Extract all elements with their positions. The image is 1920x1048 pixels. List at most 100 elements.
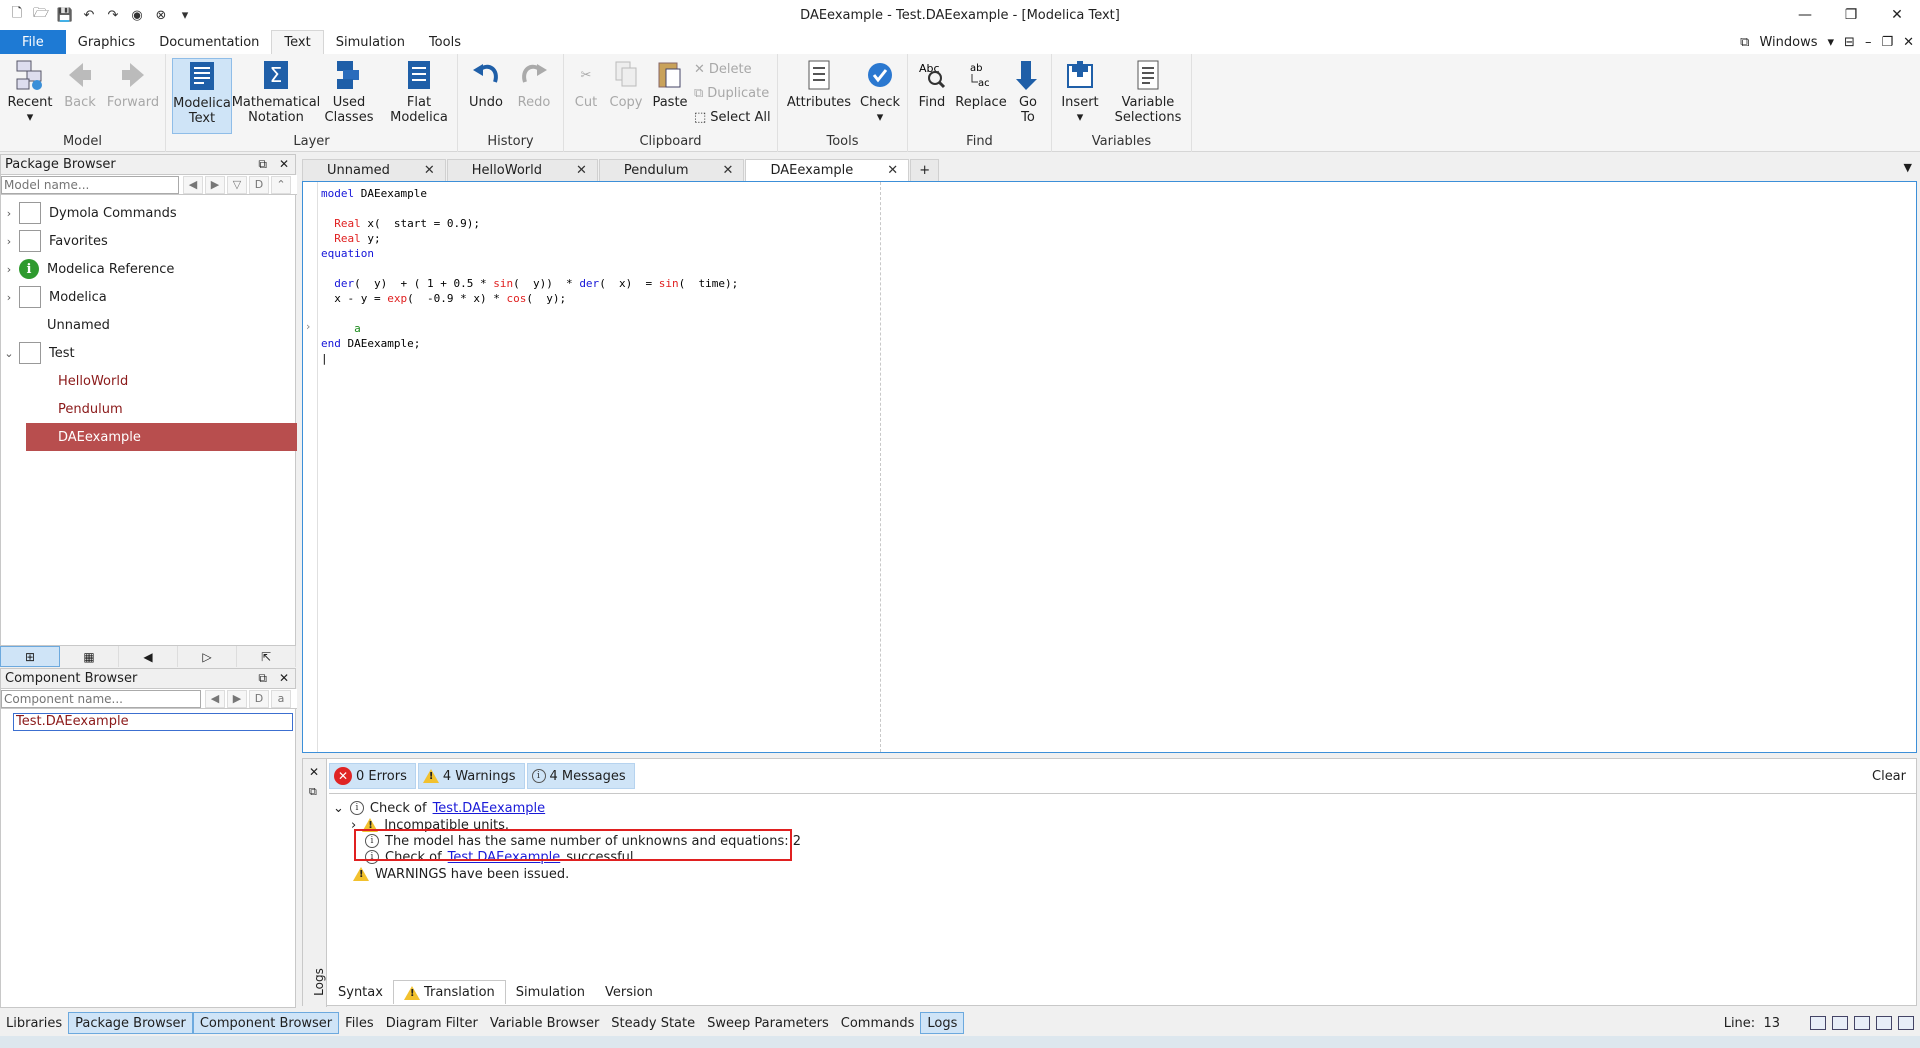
fold-arrow-icon[interactable]: › — [306, 320, 310, 333]
new-tab-button[interactable]: + — [910, 159, 940, 181]
tab-graphics[interactable]: Graphics — [66, 30, 147, 54]
delete-button[interactable]: ✕ Delete — [694, 60, 771, 78]
view-icon-4[interactable] — [1876, 1016, 1892, 1030]
new-file-icon[interactable]: 🗋 — [8, 6, 26, 24]
locate-icon[interactable]: ⇱ — [237, 646, 296, 667]
attributes-button[interactable]: Attributes — [787, 58, 851, 110]
redo-button[interactable]: Redo — [514, 58, 554, 110]
collapse-chevron-icon[interactable]: ⌄ — [1, 347, 17, 360]
float-icon[interactable]: ⧉ — [309, 785, 317, 799]
expand-icon[interactable]: › — [1, 291, 17, 304]
tree-item-test[interactable]: ⌄ Test — [1, 339, 297, 367]
customize-dropdown-icon[interactable]: ▾ — [176, 6, 194, 24]
collapse-chevron-icon[interactable]: ⌄ — [333, 801, 344, 816]
sort-icon[interactable]: a — [271, 689, 291, 708]
back-nav-icon[interactable]: ◀ — [183, 175, 203, 194]
tab-file[interactable]: File — [0, 30, 66, 54]
tree-item-dymola-commands[interactable]: › Dymola Commands — [1, 199, 297, 227]
simulate-icon[interactable]: ◉ — [128, 6, 146, 24]
forward-nav-icon[interactable]: ▶ — [227, 689, 247, 708]
tab-translation[interactable]: Translation — [392, 980, 506, 1004]
expand-icon[interactable]: › — [1, 263, 17, 276]
bold-icon[interactable]: D — [249, 175, 269, 194]
close-button[interactable]: ✕ — [1874, 0, 1920, 30]
back-button[interactable]: Back — [60, 58, 100, 110]
close-icon[interactable]: ✕ — [279, 157, 289, 172]
insert-button[interactable]: Insert ▾ — [1060, 58, 1100, 125]
forward-nav-icon[interactable]: ▶ — [205, 175, 225, 194]
windows-menu[interactable]: Windows — [1759, 35, 1817, 50]
expand-icon[interactable]: › — [351, 818, 356, 833]
paste-button[interactable]: Paste — [650, 58, 690, 110]
tree-item-modelica[interactable]: › Modelica — [1, 283, 297, 311]
statusbar-package-browser[interactable]: Package Browser — [68, 1012, 193, 1034]
tree-view-icon[interactable]: ⊞ — [0, 646, 60, 667]
errors-filter-button[interactable]: ✕ 0 Errors — [329, 763, 416, 789]
code-editor[interactable]: › model DAEexample Real x( start = 0.9);… — [302, 181, 1917, 753]
cut-button[interactable]: ✂ Cut — [568, 58, 604, 111]
tab-version[interactable]: Version — [595, 980, 663, 1004]
statusbar-files[interactable]: Files — [339, 1012, 380, 1034]
tab-simulation[interactable]: Simulation — [324, 30, 417, 54]
duplicate-button[interactable]: ⧉ Duplicate — [694, 84, 771, 102]
float-icon[interactable]: ⧉ — [258, 157, 267, 172]
view-icon-3[interactable] — [1854, 1016, 1870, 1030]
find-button[interactable]: Abc Find — [914, 58, 950, 110]
chevron-down-icon[interactable]: ▾ — [1828, 35, 1835, 50]
flat-modelica-button[interactable]: Flat Modelica — [388, 58, 450, 125]
close-icon[interactable]: ✕ — [279, 671, 289, 686]
restore-button[interactable]: ❐ — [1828, 0, 1874, 30]
tree-item-unnamed[interactable]: Unnamed — [1, 311, 297, 339]
variable-selections-button[interactable]: Variable Selections — [1110, 58, 1186, 125]
tab-daeexample[interactable]: DAEexample ✕ — [745, 159, 910, 181]
statusbar-diagram-filter[interactable]: Diagram Filter — [380, 1012, 484, 1034]
statusbar-sweep-parameters[interactable]: Sweep Parameters — [701, 1012, 835, 1034]
tab-unnamed[interactable]: Unnamed ✕ — [302, 159, 446, 181]
tree-item-modelica-reference[interactable]: › i Modelica Reference — [1, 255, 297, 283]
view-icon-1[interactable] — [1810, 1016, 1826, 1030]
tab-text[interactable]: Text — [271, 30, 324, 54]
component-item[interactable]: Test.DAEexample — [13, 713, 293, 731]
tabs-dropdown-icon[interactable]: ▼ — [1904, 161, 1912, 174]
model-link[interactable]: Test.DAEexample — [433, 801, 546, 816]
statusbar-component-browser[interactable]: Component Browser — [192, 1012, 340, 1034]
replace-button[interactable]: ab ac Replace — [955, 58, 1006, 110]
statusbar-commands[interactable]: Commands — [835, 1012, 921, 1034]
open-file-icon[interactable]: 🗁 — [32, 6, 50, 24]
nav-right-icon[interactable]: ▷ — [178, 646, 237, 667]
close-icon[interactable]: ✕ — [576, 163, 587, 178]
tab-syntax[interactable]: Syntax — [328, 980, 393, 1004]
tree-item-favorites[interactable]: › Favorites — [1, 227, 297, 255]
mdi-close-icon[interactable]: ✕ — [1903, 35, 1914, 50]
copy-button[interactable]: Copy — [606, 58, 646, 110]
float-icon[interactable]: ⧉ — [258, 671, 267, 686]
mdi-minimize-icon[interactable]: – — [1865, 35, 1872, 50]
statusbar-logs[interactable]: Logs — [920, 1012, 965, 1034]
grid-view-icon[interactable]: ▦ — [60, 646, 119, 667]
tile-icon[interactable]: ⊟ — [1844, 35, 1855, 50]
expand-icon[interactable]: › — [1, 207, 17, 220]
tab-simulation-log[interactable]: Simulation — [506, 980, 595, 1004]
statusbar-libraries[interactable]: Libraries — [0, 1012, 68, 1034]
save-icon[interactable]: 💾 — [56, 6, 74, 24]
filter-icon[interactable]: ▽ — [227, 175, 247, 194]
mdi-restore-icon[interactable]: ❐ — [1881, 35, 1893, 50]
close-icon[interactable]: ✕ — [309, 765, 319, 779]
tab-tools[interactable]: Tools — [417, 30, 473, 54]
stop-icon[interactable]: ⊗ — [152, 6, 170, 24]
used-classes-button[interactable]: Used Classes — [324, 58, 374, 125]
tab-pendulum[interactable]: Pendulum ✕ — [598, 159, 745, 181]
model-link[interactable]: Test.DAEexample — [448, 850, 561, 865]
model-name-input[interactable] — [1, 175, 179, 194]
tab-documentation[interactable]: Documentation — [147, 30, 271, 54]
view-icon-5[interactable] — [1898, 1016, 1914, 1030]
check-button[interactable]: Check ▾ — [860, 58, 900, 125]
close-icon[interactable]: ✕ — [723, 163, 734, 178]
redo-icon[interactable]: ↷ — [104, 6, 122, 24]
minimize-button[interactable]: — — [1782, 0, 1828, 30]
back-nav-icon[interactable]: ◀ — [205, 689, 225, 708]
messages-filter-button[interactable]: i4 Messages — [526, 763, 635, 789]
forward-button[interactable]: Forward — [107, 58, 159, 110]
tree-item-pendulum[interactable]: Pendulum — [1, 395, 297, 423]
component-name-input[interactable] — [1, 689, 201, 708]
